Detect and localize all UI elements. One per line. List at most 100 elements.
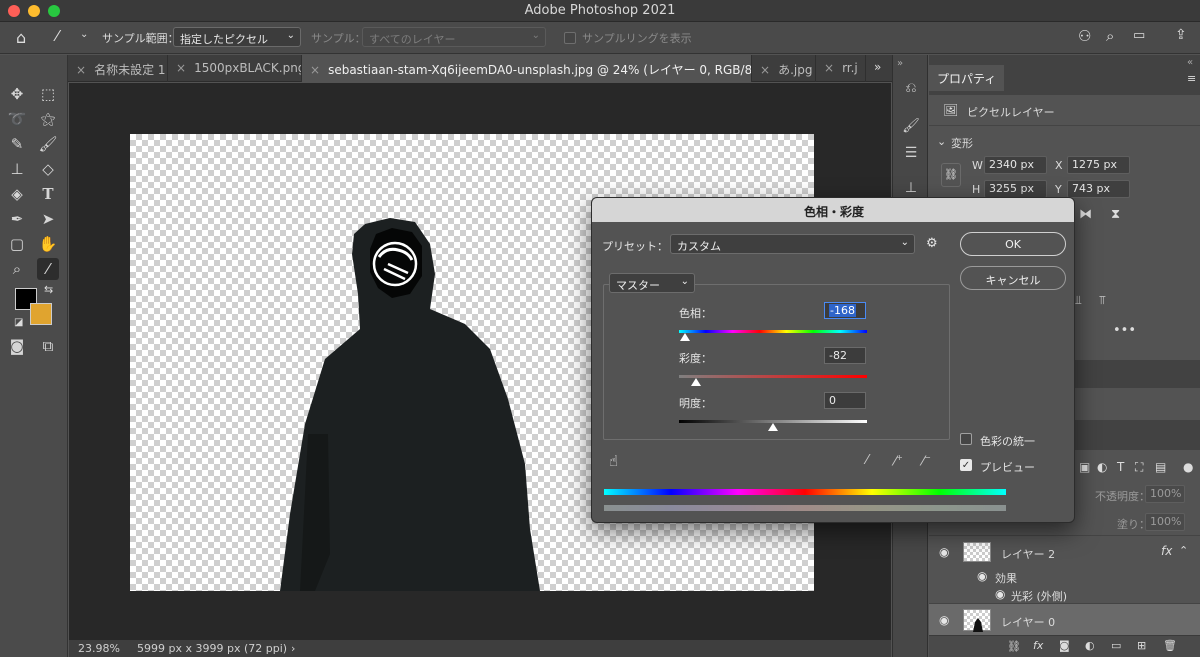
visibility-eye-icon[interactable]: ◉ (939, 613, 949, 627)
background-color-swatch[interactable] (30, 303, 52, 325)
path-selection-tool-icon[interactable]: ➤ (37, 208, 59, 230)
eyedropper-plus-icon[interactable]: ⁄+ (894, 453, 903, 469)
tab-sebastiaan-stam[interactable]: × sebastiaan-stam-Xq6ijeemDA0-unsplash.jp… (302, 55, 752, 82)
hand-tool-icon[interactable]: ✋ (37, 233, 59, 255)
new-group-icon[interactable]: ▭ (1111, 639, 1121, 652)
hue-slider-thumb[interactable] (680, 333, 691, 341)
paint-bucket-tool-icon[interactable]: ◈ (6, 183, 28, 205)
more-tabs-icon[interactable]: » (874, 60, 881, 74)
tab-1500pxblack[interactable]: × 1500pxBLACK.png (168, 55, 302, 82)
adjustments-icon[interactable]: ☰ (901, 145, 921, 165)
zoom-level[interactable]: 23.98% (78, 642, 120, 655)
visibility-eye-icon[interactable]: ◉ (939, 545, 949, 559)
link-layers-icon[interactable]: ⛓ (1007, 640, 1021, 653)
healing-brush-tool-icon[interactable]: ✎ (6, 133, 28, 155)
effects-eye-icon[interactable]: ◉ (977, 569, 987, 583)
tab-untitled-1[interactable]: × 名称未設定 1 (70, 55, 168, 82)
status-menu-chevron-icon[interactable]: › (291, 642, 295, 655)
outer-glow-eye-icon[interactable]: ◉ (995, 587, 1005, 601)
layer-row-layer-2[interactable]: ◉ レイヤー 2 fx ⌃ (929, 535, 1200, 567)
workspace-icon[interactable]: ▭ (1133, 28, 1145, 43)
share-icon[interactable]: ⇪ (1175, 27, 1187, 43)
lightness-slider-thumb[interactable] (768, 423, 778, 431)
marquee-tool-icon[interactable]: ⬚ (37, 83, 59, 105)
brush-settings-icon[interactable]: 🖌 (901, 118, 921, 138)
shape-tool-icon[interactable]: ▢ (6, 233, 28, 255)
collapse-panel-icon[interactable]: « (1187, 57, 1193, 68)
expand-effects-icon[interactable]: ⌃ (1179, 544, 1188, 557)
sample-size-select[interactable]: 指定したピクセル ⌄ (173, 27, 301, 47)
distribute-icon[interactable]: ⫪ (1099, 293, 1106, 308)
flip-horizontal-icon[interactable]: ⧓ (1079, 207, 1092, 222)
lasso-tool-icon[interactable]: ➰ (6, 108, 28, 130)
y-field[interactable]: 743 px (1067, 180, 1130, 198)
eyedropper-tool-icon[interactable]: ⁄ (56, 27, 59, 45)
opacity-field[interactable]: 100% (1145, 485, 1185, 503)
tab-a-jpg[interactable]: × あ.jpg (752, 55, 816, 82)
outer-glow-effect-row[interactable]: ◉ 光彩 (外側) (929, 585, 1200, 605)
lightness-value-field[interactable]: 0 (824, 392, 866, 409)
magic-wand-tool-icon[interactable]: ⚝ (37, 108, 59, 130)
cancel-button[interactable]: キャンセル (960, 266, 1066, 290)
filter-pixel-icon[interactable]: ▣ (1079, 460, 1090, 474)
colorize-checkbox[interactable] (960, 433, 972, 445)
x-field[interactable]: 1275 px (1067, 156, 1130, 174)
add-mask-icon[interactable]: ◙ (1059, 639, 1070, 652)
hue-slider-track[interactable] (679, 330, 867, 333)
pen-tool-icon[interactable]: ✒ (6, 208, 28, 230)
search-icon[interactable]: ⌕ (1106, 27, 1114, 45)
saturation-slider-thumb[interactable] (690, 378, 701, 386)
move-tool-icon[interactable]: ✥ (6, 83, 28, 105)
tool-preset-chevron-icon[interactable]: ⌄ (80, 29, 88, 40)
panel-menu-icon[interactable]: ≡ (1187, 72, 1196, 85)
height-field[interactable]: 3255 px (984, 180, 1047, 198)
sample-select[interactable]: すべてのレイヤー ⌄ (362, 27, 546, 47)
quick-mask-icon[interactable]: ◙ (6, 335, 28, 357)
filter-type-icon[interactable]: T (1117, 460, 1124, 474)
delete-layer-icon[interactable]: 🗑 (1163, 639, 1177, 652)
preview-checkbox[interactable]: ✓ (960, 459, 972, 471)
targeted-adjustment-hand-icon[interactable]: ☝ (609, 452, 618, 470)
preset-select[interactable]: カスタム ⌄ (670, 234, 915, 254)
zoom-tool-icon[interactable]: ⌕ (6, 258, 28, 280)
hue-value-field[interactable]: -168 (824, 302, 866, 319)
screen-mode-icon[interactable]: ⧉ (37, 335, 59, 357)
saturation-slider-track[interactable] (679, 375, 867, 378)
width-field[interactable]: 2340 px (984, 156, 1047, 174)
add-layer-style-icon[interactable]: fx (1033, 639, 1043, 652)
show-sampling-ring-checkbox[interactable] (564, 32, 576, 44)
channel-select[interactable]: マスター ⌄ (609, 273, 695, 293)
saturation-value-field[interactable]: -82 (824, 347, 866, 364)
layer-row-layer-0[interactable]: ◉ レイヤー 0 (929, 603, 1200, 635)
flip-vertical-icon[interactable]: ⧗ (1111, 207, 1120, 222)
tab-rr-jpg[interactable]: × rr.j (816, 55, 866, 82)
link-proportions-icon[interactable]: ⛓ (941, 163, 961, 187)
eyedropper-icon[interactable]: ⁄ (866, 453, 868, 468)
new-layer-icon[interactable]: ⊞ (1137, 639, 1146, 652)
brush-tool-icon[interactable]: 🖌 (37, 133, 59, 155)
new-adjustment-layer-icon[interactable]: ◐ (1085, 639, 1095, 652)
eyedropper-minus-icon[interactable]: ⁄− (922, 453, 931, 469)
type-tool-icon[interactable]: T (37, 183, 59, 205)
filter-smart-object-icon[interactable]: ▤ (1155, 460, 1166, 474)
fill-field[interactable]: 100% (1145, 513, 1185, 531)
default-colors-icon[interactable]: ◪ (14, 317, 23, 328)
filter-toggle-icon[interactable]: ● (1183, 460, 1193, 474)
preset-options-gear-icon[interactable]: ⚙ (926, 236, 938, 251)
swap-colors-icon[interactable]: ⇆ (44, 283, 53, 296)
transform-chevron-icon[interactable]: ⌄ (937, 135, 946, 148)
expand-dock-icon[interactable]: » (897, 58, 903, 69)
stamp-tool-icon[interactable]: ⊥ (6, 158, 28, 180)
layer-effects-fx-icon[interactable]: fx (1161, 544, 1172, 558)
eyedropper-tool-icon[interactable]: ⁄ (37, 258, 59, 280)
ok-button[interactable]: OK (960, 232, 1066, 256)
filter-adjustment-icon[interactable]: ◐ (1097, 460, 1107, 474)
filter-shape-icon[interactable]: ⛶ (1135, 460, 1143, 475)
eraser-tool-icon[interactable]: ◇ (37, 158, 59, 180)
home-icon[interactable]: ⌂ (16, 28, 26, 47)
more-options-icon[interactable]: ••• (1113, 323, 1136, 338)
history-icon[interactable]: ⎌ (901, 80, 921, 100)
align-bottom-icon[interactable]: ⫫ (1075, 293, 1082, 308)
layer-effects-row[interactable]: ◉ 効果 (929, 567, 1200, 587)
tab-properties[interactable]: プロパティ (929, 65, 1005, 91)
